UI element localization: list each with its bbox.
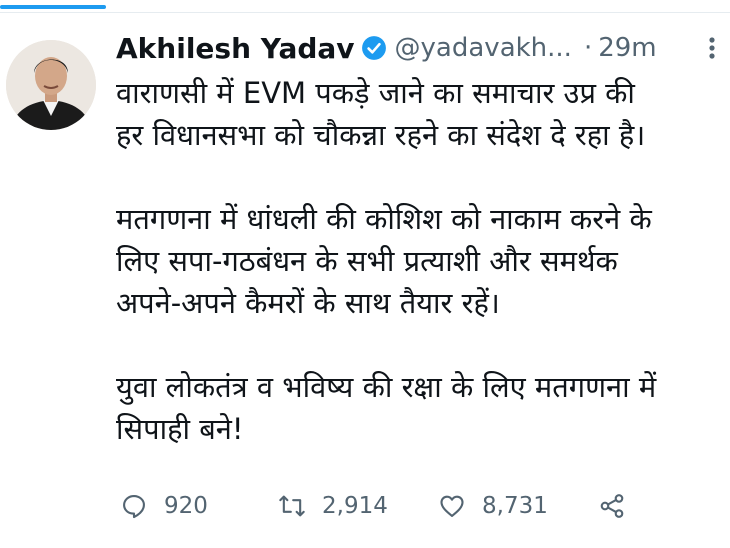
share-button[interactable]: [598, 488, 626, 524]
avatar-image: [6, 40, 96, 130]
tweet-timestamp[interactable]: 29m: [598, 33, 656, 63]
retweet-count: 2,914: [322, 493, 388, 519]
separator-dot: ·: [583, 33, 593, 63]
like-icon: [440, 495, 464, 517]
reply-icon: [123, 495, 145, 519]
top-tab-indicator: [0, 0, 730, 13]
tweet-header: Akhilesh Yadav @yadavakh... · 29m: [116, 30, 657, 66]
avatar[interactable]: [6, 40, 96, 130]
retweet-icon: [279, 495, 305, 517]
reply-button[interactable]: 920: [120, 488, 208, 524]
reply-count: 920: [164, 493, 208, 519]
like-count: 8,731: [482, 493, 548, 519]
more-icon[interactable]: [704, 34, 720, 62]
retweet-button[interactable]: 2,914: [278, 488, 388, 524]
tweet-actions: 920 2,914 8,731: [120, 488, 720, 524]
author-handle[interactable]: @yadavakh...: [395, 33, 572, 63]
author-display-name[interactable]: Akhilesh Yadav: [116, 32, 355, 65]
share-icon: [600, 494, 624, 518]
tab-accent-bar: [0, 5, 106, 9]
verified-badge-icon: [361, 36, 386, 60]
tweet-text: वाराणसी में EVM पकड़े जाने का समाचार उप्…: [116, 76, 657, 446]
like-button[interactable]: 8,731: [438, 488, 548, 524]
